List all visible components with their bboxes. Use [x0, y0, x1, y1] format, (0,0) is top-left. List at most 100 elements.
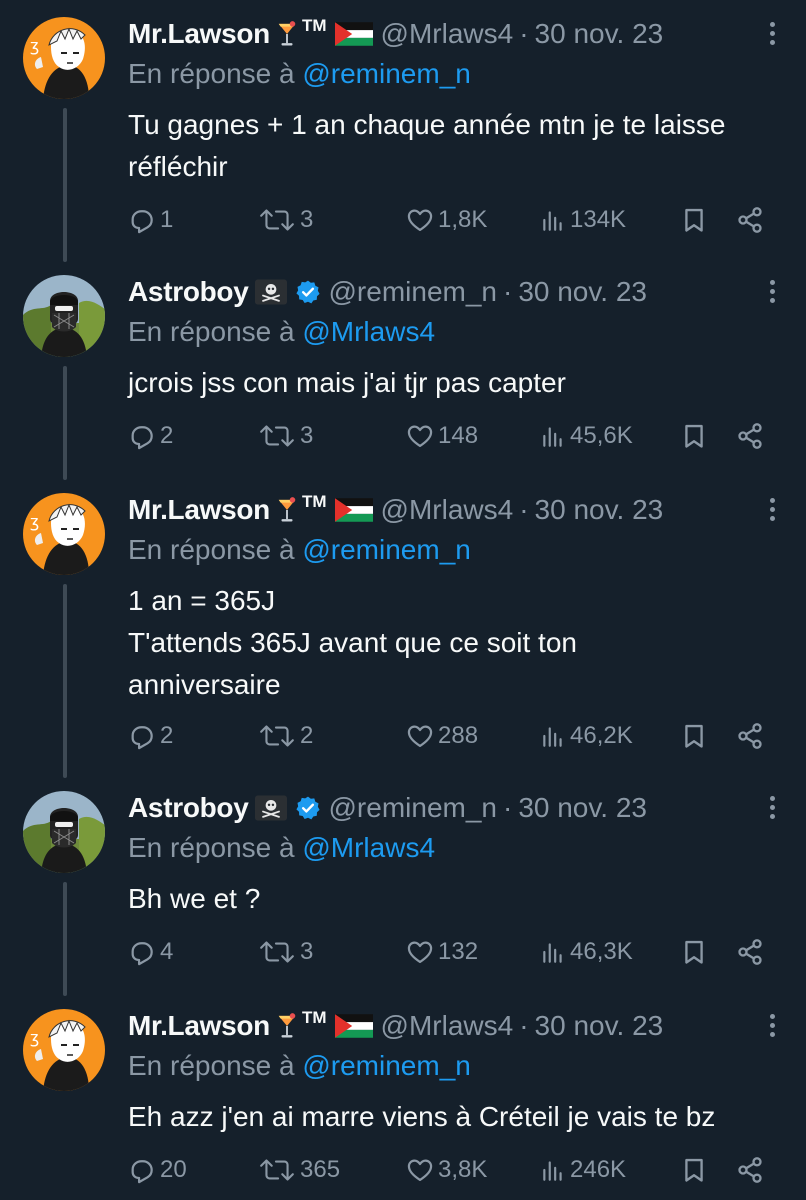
author-handle[interactable]: @reminem_n — [329, 276, 497, 308]
tweet[interactable]: Mr.Lawson TM @Mrlaws4 · 30 nov. 23 En réponse… — [0, 476, 806, 778]
trademark-emoji: TM — [302, 1008, 327, 1027]
retweet-count: 3 — [300, 422, 314, 449]
retweet-count: 3 — [300, 206, 314, 233]
like-button[interactable]: 1,8K — [406, 200, 487, 240]
tweet[interactable]: Mr.Lawson TM @Mrlaws4 · 30 nov. 23 En réponse… — [0, 992, 806, 1200]
reply-button[interactable]: 4 — [128, 932, 173, 972]
more-options-icon[interactable] — [768, 498, 776, 524]
author-handle[interactable]: @Mrlaws4 — [381, 18, 514, 50]
bookmark-button[interactable] — [680, 932, 708, 972]
mention-link[interactable]: @Mrlaws4 — [302, 832, 435, 863]
views-button[interactable]: 134K — [540, 200, 626, 240]
retweet-button[interactable]: 3 — [258, 416, 313, 456]
views-button[interactable]: 46,3K — [540, 932, 633, 972]
tweet-text-line: réfléchir — [128, 151, 228, 182]
tweet-date[interactable]: 30 nov. 23 — [535, 18, 664, 50]
replying-to: En réponse à @reminem_n — [128, 534, 471, 566]
replying-to: En réponse à @Mrlaws4 — [128, 832, 435, 864]
share-button[interactable] — [736, 932, 764, 972]
author-name[interactable]: Astroboy — [128, 792, 249, 824]
retweet-button[interactable]: 2 — [258, 716, 313, 756]
mention-link[interactable]: @reminem_n — [302, 58, 470, 89]
share-button[interactable] — [736, 716, 764, 756]
like-button[interactable]: 3,8K — [406, 1150, 487, 1190]
retweet-button[interactable]: 365 — [258, 1150, 340, 1190]
cocktail-emoji-icon — [276, 20, 298, 48]
action-bar: 1 3 1,8K 134K — [128, 200, 778, 240]
tweet-date[interactable]: 30 nov. 23 — [518, 276, 647, 308]
tweet-text-line: jcrois jss con mais j'ai tjr pas capter — [128, 367, 566, 398]
author-name[interactable]: Mr.Lawson — [128, 494, 270, 526]
like-button[interactable]: 288 — [406, 716, 478, 756]
action-bar: 2 2 288 46,2K — [128, 716, 778, 756]
avatar[interactable] — [23, 791, 105, 873]
bookmark-icon — [680, 1156, 708, 1184]
more-options-icon[interactable] — [768, 796, 776, 822]
thread-connector-line — [63, 366, 67, 480]
mention-link[interactable]: @reminem_n — [302, 534, 470, 565]
author-handle[interactable]: @reminem_n — [329, 792, 497, 824]
tweet-date[interactable]: 30 nov. 23 — [535, 1010, 664, 1042]
avatar[interactable] — [23, 275, 105, 357]
author-name[interactable]: Mr.Lawson — [128, 18, 270, 50]
retweet-icon — [258, 723, 296, 749]
author-handle[interactable]: @Mrlaws4 — [381, 1010, 514, 1042]
views-button[interactable]: 246K — [540, 1150, 626, 1190]
separator-dot: · — [502, 276, 513, 307]
reply-button[interactable]: 2 — [128, 416, 173, 456]
author-name[interactable]: Astroboy — [128, 276, 249, 308]
tweet-text-line: Bh we et ? — [128, 883, 261, 914]
views-button[interactable]: 45,6K — [540, 416, 633, 456]
tweet-date[interactable]: 30 nov. 23 — [535, 494, 664, 526]
author-name[interactable]: Mr.Lawson — [128, 1010, 270, 1042]
tweet[interactable]: Astroboy @reminem_n · 30 nov. 23 En réponse … — [0, 774, 806, 996]
views-button[interactable]: 46,2K — [540, 716, 633, 756]
retweet-button[interactable]: 3 — [258, 932, 313, 972]
avatar[interactable] — [23, 1009, 105, 1091]
reply-icon — [128, 1156, 156, 1184]
thread-connector-line — [63, 882, 67, 996]
like-count: 288 — [438, 722, 479, 749]
tweet-header: Astroboy @reminem_n · 30 nov. 23 — [128, 788, 647, 828]
more-options-icon[interactable] — [768, 1014, 776, 1040]
share-icon — [736, 938, 764, 966]
tweet[interactable]: Mr.Lawson TM @Mrlaws4 · 30 nov. 23 En réponse… — [0, 0, 806, 262]
bookmark-icon — [680, 938, 708, 966]
like-button[interactable]: 132 — [406, 932, 478, 972]
bookmark-button[interactable] — [680, 716, 708, 756]
author-handle[interactable]: @Mrlaws4 — [381, 494, 514, 526]
share-button[interactable] — [736, 200, 764, 240]
more-options-icon[interactable] — [768, 22, 776, 48]
avatar[interactable] — [23, 493, 105, 575]
tweet-header: Mr.Lawson TM @Mrlaws4 · 30 nov. 23 — [128, 490, 663, 530]
share-button[interactable] — [736, 1150, 764, 1190]
view-count: 246K — [570, 1156, 627, 1183]
palestine-flag-icon — [335, 22, 373, 46]
retweet-icon — [258, 1157, 296, 1183]
reply-button[interactable]: 1 — [128, 200, 173, 240]
bookmark-button[interactable] — [680, 1150, 708, 1190]
replying-to-label: En réponse à — [128, 316, 295, 347]
action-bar: 2 3 148 45,6K — [128, 416, 778, 456]
mention-link[interactable]: @reminem_n — [302, 1050, 470, 1081]
reply-button[interactable]: 20 — [128, 1150, 187, 1190]
reply-icon — [128, 422, 156, 450]
bookmark-button[interactable] — [680, 416, 708, 456]
mention-link[interactable]: @Mrlaws4 — [302, 316, 435, 347]
share-icon — [736, 422, 764, 450]
tweet-text-line: anniversaire — [128, 669, 281, 700]
reply-button[interactable]: 2 — [128, 716, 173, 756]
tweet[interactable]: Astroboy @reminem_n · 30 nov. 23 En réponse … — [0, 258, 806, 480]
tweet-date[interactable]: 30 nov. 23 — [518, 792, 647, 824]
retweet-icon — [258, 939, 296, 965]
retweet-button[interactable]: 3 — [258, 200, 313, 240]
share-button[interactable] — [736, 416, 764, 456]
retweet-count: 2 — [300, 722, 314, 749]
tweet-text-line: Eh azz j'en ai marre viens à Créteil je … — [128, 1101, 716, 1132]
action-bar: 4 3 132 46,3K — [128, 932, 778, 972]
bookmark-button[interactable] — [680, 200, 708, 240]
cocktail-emoji-icon — [276, 496, 298, 524]
avatar[interactable] — [23, 17, 105, 99]
like-button[interactable]: 148 — [406, 416, 478, 456]
more-options-icon[interactable] — [768, 280, 776, 306]
